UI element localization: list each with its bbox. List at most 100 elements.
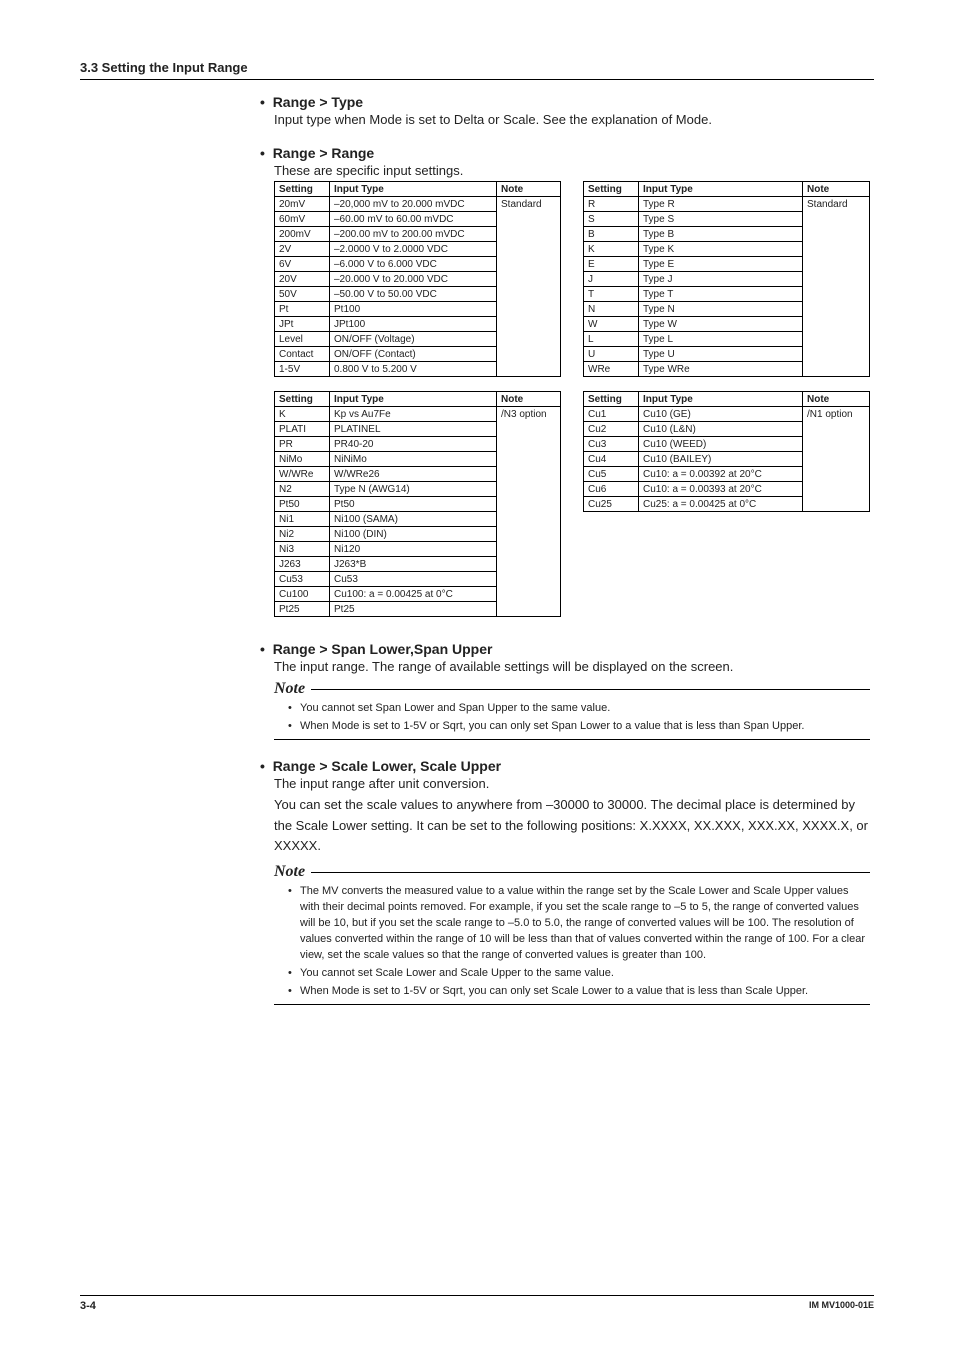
page-number: 3-4 [80, 1300, 96, 1312]
cell-setting: Pt25 [275, 602, 330, 617]
desc-span: The input range. The range of available … [274, 659, 870, 674]
table-row: 20mV–20,000 mV to 20.000 mVDCStandard [275, 197, 561, 212]
note-heading: Note [274, 680, 870, 698]
cell-setting: 20mV [275, 197, 330, 212]
table-n1-option: Setting Input Type Note Cu1Cu10 (GE)/N1 … [583, 391, 870, 512]
th-setting: Setting [584, 182, 639, 197]
cell-setting: PR [275, 437, 330, 452]
cell-setting: R [584, 197, 639, 212]
cell-setting: Cu5 [584, 467, 639, 482]
cell-setting: N2 [275, 482, 330, 497]
cell-input-type: Pt100 [330, 302, 497, 317]
note-item: When Mode is set to 1-5V or Sqrt, you ca… [288, 719, 870, 735]
cell-setting: S [584, 212, 639, 227]
th-note: Note [803, 392, 870, 407]
cell-setting: K [275, 407, 330, 422]
cell-setting: J [584, 272, 639, 287]
cell-input-type: Cu10: a = 0.00392 at 20°C [639, 467, 803, 482]
cell-input-type: 0.800 V to 5.200 V [330, 362, 497, 377]
table-volt-rtd: Setting Input Type Note 20mV–20,000 mV t… [274, 181, 561, 377]
cell-setting: Contact [275, 347, 330, 362]
cell-input-type: Pt50 [330, 497, 497, 512]
th-note: Note [803, 182, 870, 197]
cell-setting: Ni3 [275, 542, 330, 557]
cell-note: Standard [803, 197, 870, 377]
cell-input-type: Cu10 (BAILEY) [639, 452, 803, 467]
cell-setting: Level [275, 332, 330, 347]
section-header: 3.3 Setting the Input Range [80, 60, 874, 80]
cell-setting: Pt [275, 302, 330, 317]
cell-setting: K [584, 242, 639, 257]
cell-setting: Cu2 [584, 422, 639, 437]
cell-note: Standard [497, 197, 561, 377]
cell-input-type: Type T [639, 287, 803, 302]
cell-setting: Cu25 [584, 497, 639, 512]
note-item: You cannot set Span Lower and Span Upper… [288, 701, 870, 717]
cell-setting: W [584, 317, 639, 332]
cell-input-type: Type W [639, 317, 803, 332]
cell-input-type: Type B [639, 227, 803, 242]
th-note: Note [497, 182, 561, 197]
cell-input-type: –6.000 V to 6.000 VDC [330, 257, 497, 272]
cell-input-type: Kp vs Au7Fe [330, 407, 497, 422]
cell-setting: NiMo [275, 452, 330, 467]
cell-input-type: Type WRe [639, 362, 803, 377]
cell-input-type: Type K [639, 242, 803, 257]
heading-span: • Range > Span Lower,Span Upper [260, 641, 870, 657]
th-note: Note [497, 392, 561, 407]
cell-input-type: Type L [639, 332, 803, 347]
cell-setting: 60mV [275, 212, 330, 227]
note-list-span: You cannot set Span Lower and Span Upper… [260, 701, 870, 735]
cell-setting: U [584, 347, 639, 362]
cell-setting: E [584, 257, 639, 272]
cell-setting: WRe [584, 362, 639, 377]
cell-input-type: Type U [639, 347, 803, 362]
cell-input-type: PLATINEL [330, 422, 497, 437]
cell-input-type: Type S [639, 212, 803, 227]
table-row: RType RStandard [584, 197, 870, 212]
cell-input-type: Type R [639, 197, 803, 212]
cell-setting: PLATI [275, 422, 330, 437]
cell-input-type: JPt100 [330, 317, 497, 332]
heading-range-type: • Range > Type [260, 94, 870, 110]
note-item: You cannot set Scale Lower and Scale Upp… [288, 966, 870, 982]
cell-input-type: –200.00 mV to 200.00 mVDC [330, 227, 497, 242]
cell-setting: W/WRe [275, 467, 330, 482]
desc-range-type: Input type when Mode is set to Delta or … [274, 112, 870, 127]
table-n3-option: Setting Input Type Note KKp vs Au7Fe/N3 … [274, 391, 561, 617]
th-setting: Setting [584, 392, 639, 407]
cell-input-type: ON/OFF (Contact) [330, 347, 497, 362]
cell-input-type: W/WRe26 [330, 467, 497, 482]
cell-input-type: Cu100: a = 0.00425 at 0°C [330, 587, 497, 602]
cell-setting: Pt50 [275, 497, 330, 512]
cell-input-type: Pt25 [330, 602, 497, 617]
cell-setting: J263 [275, 557, 330, 572]
cell-setting: 200mV [275, 227, 330, 242]
cell-setting: Ni1 [275, 512, 330, 527]
th-setting: Setting [275, 392, 330, 407]
th-input-type: Input Type [639, 182, 803, 197]
cell-setting: Cu3 [584, 437, 639, 452]
cell-setting: 2V [275, 242, 330, 257]
cell-setting: 50V [275, 287, 330, 302]
cell-input-type: Cu10: a = 0.00393 at 20°C [639, 482, 803, 497]
cell-input-type: Ni100 (DIN) [330, 527, 497, 542]
cell-setting: T [584, 287, 639, 302]
cell-input-type: Type N [639, 302, 803, 317]
desc-scale-1: The input range after unit conversion. [274, 776, 870, 791]
th-input-type: Input Type [639, 392, 803, 407]
cell-input-type: –20.000 V to 20.000 VDC [330, 272, 497, 287]
cell-note: /N1 option [803, 407, 870, 512]
note-list-scale: The MV converts the measured value to a … [260, 884, 870, 1000]
cell-input-type: Cu25: a = 0.00425 at 0°C [639, 497, 803, 512]
doc-id: IM MV1000-01E [809, 1300, 874, 1312]
cell-setting: 6V [275, 257, 330, 272]
th-input-type: Input Type [330, 392, 497, 407]
table-row: Cu1Cu10 (GE)/N1 option [584, 407, 870, 422]
cell-setting: Cu100 [275, 587, 330, 602]
cell-setting: 1-5V [275, 362, 330, 377]
cell-setting: Cu4 [584, 452, 639, 467]
cell-setting: B [584, 227, 639, 242]
cell-input-type: Cu53 [330, 572, 497, 587]
cell-input-type: ON/OFF (Voltage) [330, 332, 497, 347]
